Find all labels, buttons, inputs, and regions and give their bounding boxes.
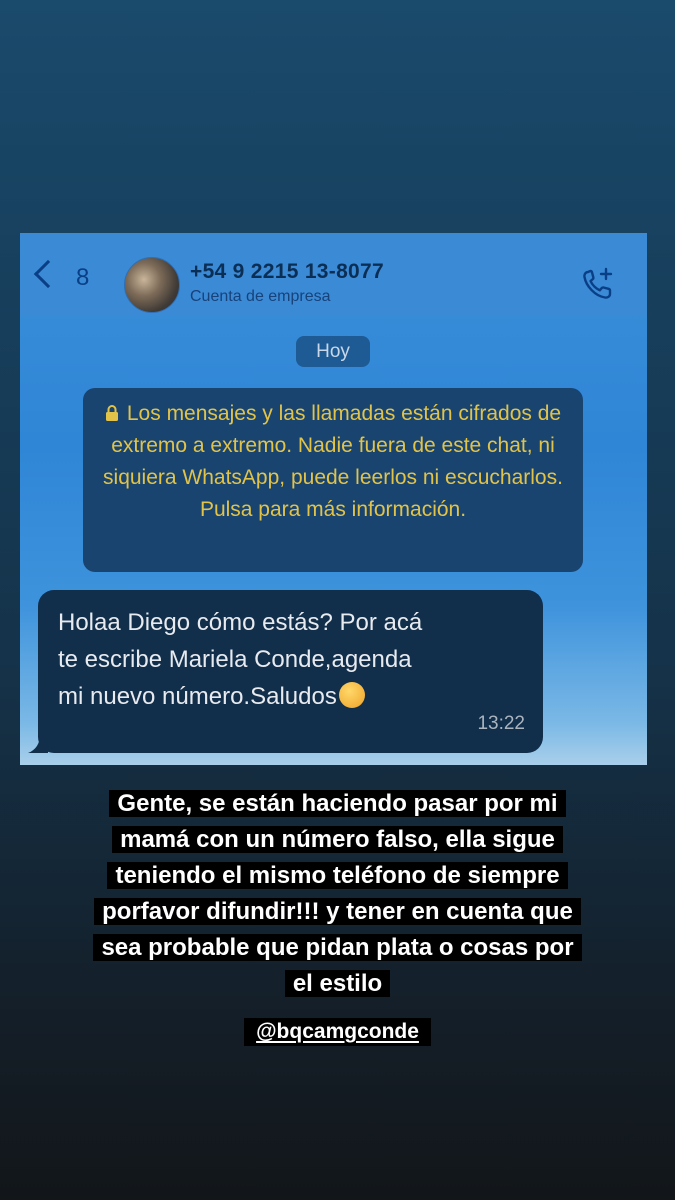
- story-caption: Gente, se están haciendo pasar por mi ma…: [0, 786, 675, 1002]
- encryption-notice-text: Los mensajes y las llamadas están cifrad…: [103, 402, 563, 521]
- mention-sticker[interactable]: @bqcamgconde: [0, 1018, 675, 1046]
- contact-name[interactable]: +54 9 2215 13-8077: [190, 260, 384, 284]
- caption-text: Gente, se están haciendo pasar por mi ma…: [93, 790, 582, 997]
- chat-header: 8 +54 9 2215 13-8077 Cuenta de empresa: [20, 233, 647, 315]
- mention-text[interactable]: @bqcamgconde: [244, 1018, 431, 1046]
- story-background: { "chat": { "back_count": "8", "contact_…: [0, 0, 675, 1200]
- back-unread-count[interactable]: 8: [76, 264, 89, 292]
- chevron-left-icon[interactable]: [33, 259, 63, 289]
- message-text: Holaa Diego cómo estás? Por acá te escri…: [58, 604, 527, 715]
- bubble-tail: [28, 735, 48, 753]
- contact-subtitle: Cuenta de empresa: [190, 288, 331, 305]
- smiling-face-emoji-icon: [338, 682, 365, 708]
- message-line: te escribe Mariela Conde,agenda: [58, 646, 412, 673]
- date-chip: Hoy: [296, 336, 370, 367]
- message-line: Holaa Diego cómo estás? Por acá: [58, 609, 423, 636]
- add-call-icon[interactable]: [580, 266, 616, 302]
- message-time: 13:22: [477, 713, 525, 734]
- avatar[interactable]: [124, 257, 180, 313]
- chat-screenshot: 8 +54 9 2215 13-8077 Cuenta de empresa H…: [20, 233, 647, 765]
- incoming-message-bubble[interactable]: Holaa Diego cómo estás? Por acá te escri…: [28, 590, 543, 753]
- message-line-text: mi nuevo número.Saludos: [58, 683, 337, 710]
- lock-icon: [105, 405, 118, 421]
- encryption-notice[interactable]: Los mensajes y las llamadas están cifrad…: [83, 388, 583, 572]
- message-line: mi nuevo número.Saludos: [58, 678, 527, 715]
